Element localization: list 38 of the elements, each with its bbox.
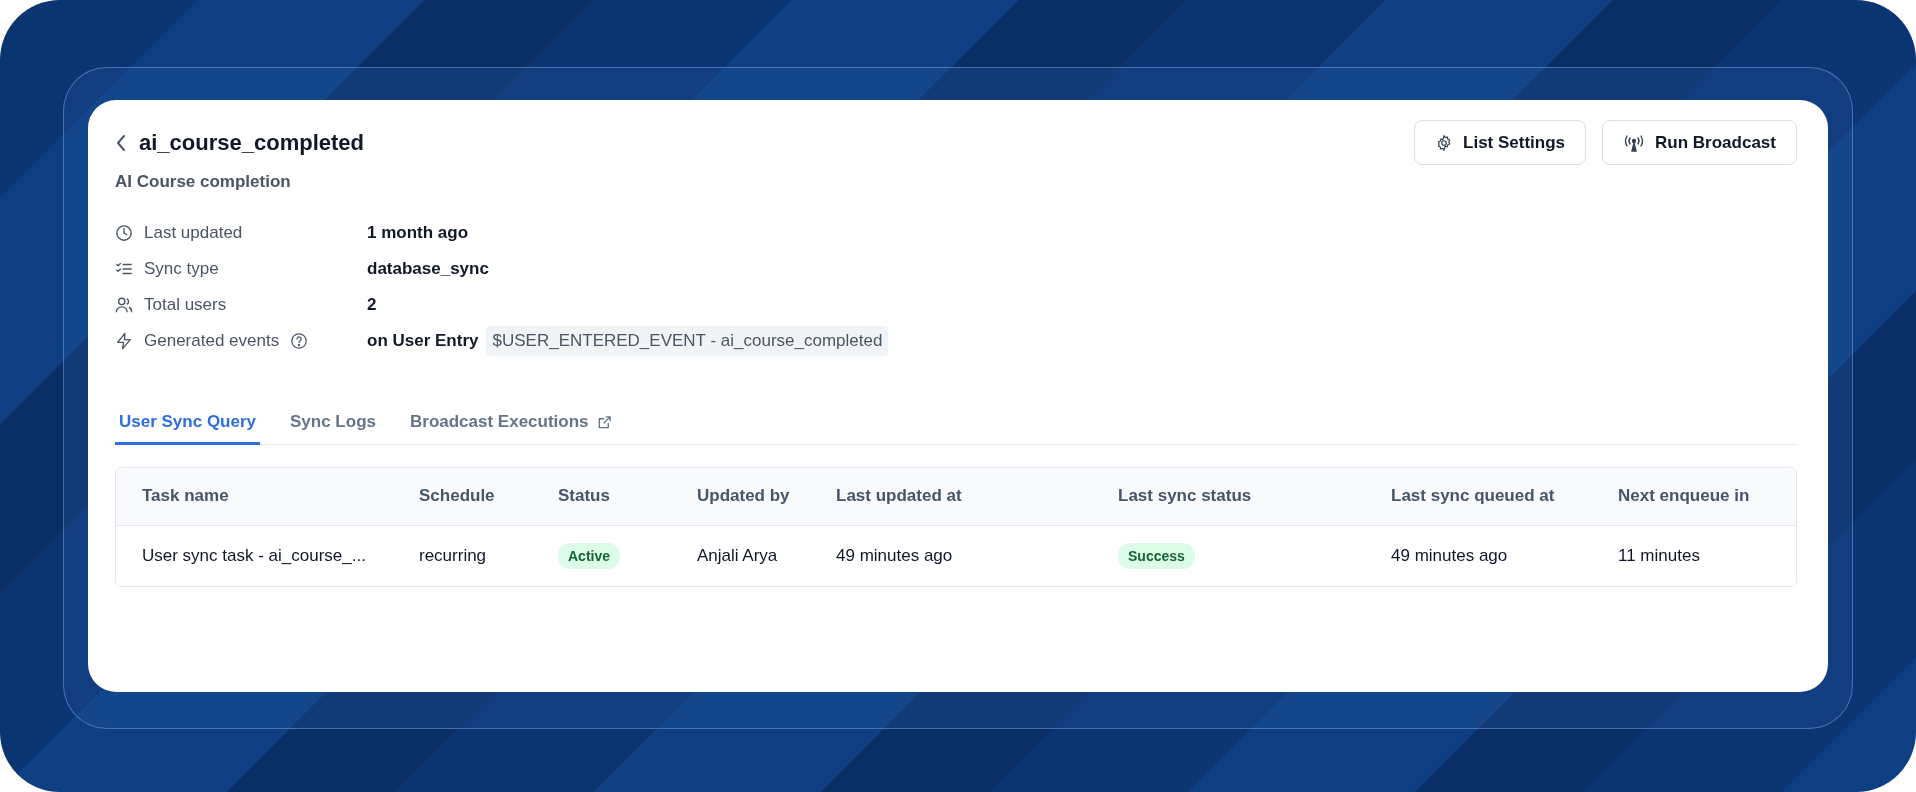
- antenna-icon: [1623, 133, 1646, 152]
- column-header: Task name: [142, 486, 230, 506]
- table-cell: recurring: [419, 545, 487, 565]
- clock-icon: [115, 224, 133, 242]
- help-icon[interactable]: [290, 332, 309, 350]
- table-cell: Anjali Arya: [697, 545, 778, 565]
- users-icon: [115, 296, 133, 314]
- column-header: Schedule: [419, 486, 496, 506]
- column-header: Last sync queued at: [1391, 486, 1556, 506]
- table-cell: 49 minutes ago: [1391, 545, 1508, 565]
- lightning-icon: [115, 332, 133, 350]
- column-header: Next enqueue in: [1618, 486, 1751, 506]
- detail-value: on User Entry: [367, 331, 479, 351]
- detail-label: Sync type: [144, 259, 219, 279]
- run-broadcast-button[interactable]: Run Broadcast: [1602, 120, 1797, 165]
- table-cell: User sync task - ai_course_...: [142, 545, 366, 565]
- status-badge: Active: [558, 542, 621, 569]
- column-header: Last updated at: [836, 486, 963, 506]
- status-badge: Success: [1118, 542, 1195, 569]
- detail-label: Total users: [144, 295, 227, 315]
- detail-value: database_sync: [367, 259, 489, 279]
- table-cell: 49 minutes ago: [836, 545, 953, 565]
- tab[interactable]: Broadcast Executions: [406, 408, 616, 445]
- detail-value: 1 month ago: [367, 223, 469, 243]
- tab[interactable]: User Sync Query: [115, 408, 260, 445]
- detail-label: Generated events: [144, 331, 280, 351]
- column-header: Updated by: [697, 486, 791, 506]
- column-header: Status: [558, 486, 611, 506]
- page-subtitle: AI Course completion: [115, 172, 292, 192]
- page-title: ai_course_completed: [139, 130, 364, 156]
- event-code: $USER_ENTERED_EVENT - ai_course_completed: [486, 326, 889, 356]
- column-header: Last sync status: [1118, 486, 1253, 506]
- table-cell: 11 minutes: [1618, 545, 1700, 565]
- detail-value: 2: [367, 295, 377, 315]
- back-icon[interactable]: [115, 134, 127, 152]
- tab[interactable]: Sync Logs: [286, 408, 380, 445]
- list-settings-button[interactable]: List Settings: [1414, 120, 1587, 165]
- detail-label: Last updated: [144, 223, 243, 243]
